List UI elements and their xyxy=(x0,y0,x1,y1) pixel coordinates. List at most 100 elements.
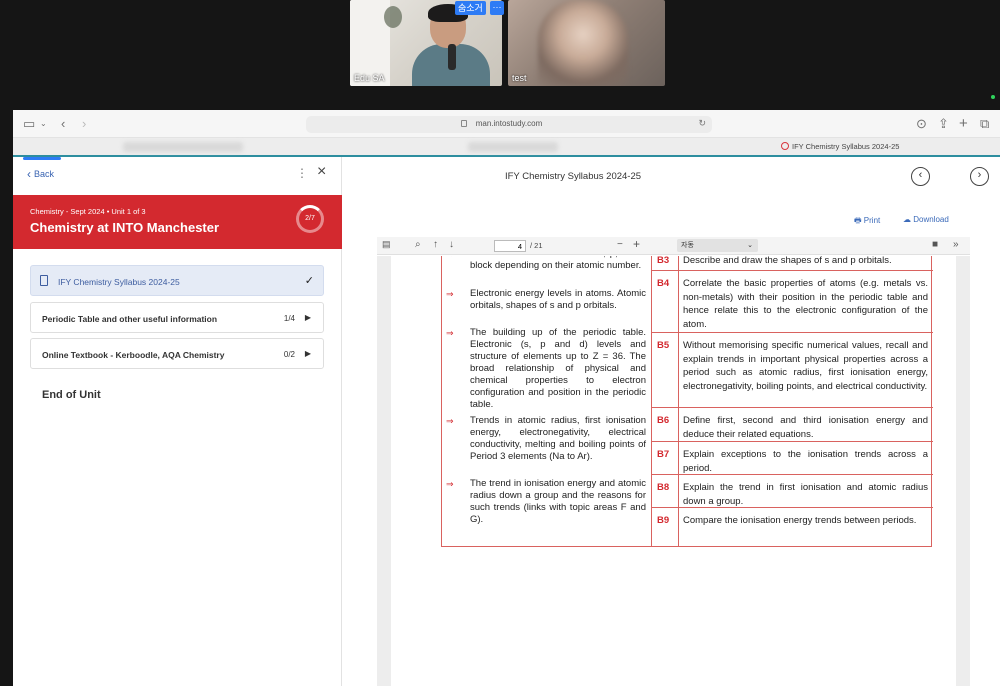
course-title: Chemistry at INTO Manchester xyxy=(30,220,220,235)
content-text: The building up of the periodic table. E… xyxy=(470,327,646,410)
outcome-row: B5 Without memorising specific numerical … xyxy=(652,332,933,407)
accent-bar xyxy=(23,157,61,160)
tab-blurred[interactable] xyxy=(123,142,243,152)
content-item: ⇒ The trend in ionisation energy and atom… xyxy=(446,478,646,526)
chevron-down-icon: ⌄ xyxy=(747,242,753,249)
caret-right-icon[interactable]: ▶ xyxy=(305,349,311,358)
download-icon[interactable]: ⊙ xyxy=(916,117,927,131)
syllabus-table: ⇒ Classification of elements as s, p, d o… xyxy=(441,256,933,547)
zoom-out-icon[interactable]: − xyxy=(617,239,623,250)
new-tab-icon[interactable]: + xyxy=(959,116,968,131)
content-text: Trends in atomic radius, first ionisatio… xyxy=(470,415,646,462)
content-text: Electronic energy levels in atoms. Atomi… xyxy=(470,288,646,311)
outcome-text: Compare the ionisation energy trends bet… xyxy=(683,515,917,526)
document-title: IFY Chemistry Syllabus 2024-25 xyxy=(504,171,642,182)
arrow-right-icon: ⇒ xyxy=(446,289,454,299)
outcome-row: B8 Explain the trend in first ionisation … xyxy=(652,474,933,507)
download-label: Download xyxy=(913,215,949,224)
document-icon xyxy=(40,275,48,286)
outcome-row: B9 Compare the ionisation energy trends b… xyxy=(652,507,933,547)
page-total: / 21 xyxy=(530,241,543,250)
outcome-code: B8 xyxy=(657,482,670,493)
print-button[interactable]: 🖶 Print xyxy=(854,215,880,229)
outcome-code: B9 xyxy=(657,515,670,526)
page-number-input[interactable]: 4 xyxy=(494,240,526,252)
cloud-download-icon: ☁ xyxy=(903,215,911,224)
arrow-right-icon: ⇒ xyxy=(446,328,454,338)
forward-arrow-icon[interactable]: › xyxy=(82,117,86,131)
video-tile-test[interactable]: test xyxy=(508,0,665,86)
mute-tag[interactable]: 숨소거 xyxy=(455,1,486,15)
arrow-right-icon: ⇒ xyxy=(446,256,454,260)
outcome-text: Explain exceptions to the ionisation tre… xyxy=(683,449,928,474)
blurred-participant-video xyxy=(538,0,628,86)
content-item: ⇒ Electronic energy levels in atoms. Atom… xyxy=(446,288,646,312)
print-label: Print xyxy=(863,216,881,225)
outcome-row: B7 Explain exceptions to the ionisation t… xyxy=(652,441,933,474)
outcome-code: B4 xyxy=(657,278,670,289)
content-item: ⇒ The building up of the periodic table. … xyxy=(446,327,646,411)
tab-active[interactable]: IFY Chemistry Syllabus 2024-25 xyxy=(781,140,899,154)
outcome-row: B6 Define first, second and third ionisat… xyxy=(652,407,933,441)
course-meta: Chemistry - Sept 2024 • Unit 1 of 3 xyxy=(30,207,146,216)
download-button[interactable]: ☁ Download xyxy=(903,215,949,224)
caret-right-icon[interactable]: ▶ xyxy=(305,313,311,322)
url-text: man.intostudy.com xyxy=(475,119,543,128)
more-options-icon[interactable]: ··· xyxy=(490,1,504,15)
outcome-row: B4 Correlate the basic properties of atom… xyxy=(652,270,933,332)
printer-icon: 🖶 xyxy=(854,216,862,225)
chevron-left-icon: ‹ xyxy=(27,167,31,181)
pdf-viewport[interactable]: ⇒ Classification of elements as s, p, d o… xyxy=(377,256,970,686)
arrow-right-icon: ⇒ xyxy=(446,479,454,489)
more-vertical-icon[interactable]: ⋮ xyxy=(296,166,308,180)
tab-strip: IFY Chemistry Syllabus 2024-25 xyxy=(13,138,1000,157)
sidebar-toggle-icon[interactable]: ▤ xyxy=(382,239,391,250)
zoom-in-icon[interactable]: + xyxy=(633,237,640,251)
close-icon[interactable]: × xyxy=(317,163,326,181)
unit-sidebar: ‹ Back ⋮ × Chemistry - Sept 2024 • Unit 1… xyxy=(13,157,342,686)
tab-favicon-icon xyxy=(781,142,789,150)
content-text: The trend in ionisation energy and atomi… xyxy=(470,478,646,525)
arrow-right-icon: ⇒ xyxy=(446,416,454,426)
outcome-text: Explain the trend in first ionisation an… xyxy=(683,482,928,507)
zoom-value: 자동 xyxy=(681,242,694,249)
reload-icon[interactable]: ↻ xyxy=(698,118,706,129)
previous-document-button[interactable]: ‹ xyxy=(911,167,930,186)
chevron-down-icon[interactable]: ⌄ xyxy=(40,117,47,131)
list-item-online-textbook[interactable]: Online Textbook - Kerboodle, AQA Chemist… xyxy=(30,338,324,369)
arrow-up-icon[interactable]: ↑ xyxy=(433,239,438,250)
list-item-syllabus[interactable]: IFY Chemistry Syllabus 2024-25 ✓ xyxy=(30,265,324,296)
course-header: Chemistry - Sept 2024 • Unit 1 of 3 Chem… xyxy=(13,195,342,249)
next-document-button[interactable]: › xyxy=(970,167,989,186)
item-count: 1/4 xyxy=(283,314,295,323)
participant-name: Edu SA xyxy=(354,73,385,83)
outcome-code: B5 xyxy=(657,340,670,351)
tab-blurred[interactable] xyxy=(468,142,558,152)
item-count: 0/2 xyxy=(283,350,295,359)
tabs-overview-icon[interactable]: ⧉ xyxy=(980,117,989,131)
share-icon[interactable]: ⇪ xyxy=(938,117,949,131)
back-link[interactable]: ‹ Back xyxy=(27,167,54,181)
search-icon[interactable]: ⌕ xyxy=(415,239,421,250)
outcome-text: Describe and draw the shapes of s and p … xyxy=(683,256,892,266)
outcome-code: B3 xyxy=(657,256,670,266)
arrow-down-icon[interactable]: ↓ xyxy=(449,239,454,250)
address-bar[interactable]: man.intostudy.com ↻ xyxy=(306,116,712,133)
presentation-icon[interactable]: ■ xyxy=(932,239,938,250)
outcome-code: B7 xyxy=(657,449,670,460)
microphone xyxy=(448,44,456,70)
screen: Edu SA 숨소거 ··· test ▭ ⌄ ‹ › man.intostud… xyxy=(0,0,1000,686)
outcome-text: Define first, second and third ionisatio… xyxy=(683,415,928,440)
participant-name: test xyxy=(512,73,527,83)
back-arrow-icon[interactable]: ‹ xyxy=(61,117,65,131)
outcome-text: Correlate the basic properties of atoms … xyxy=(683,278,928,330)
browser-window: ▭ ⌄ ‹ › man.intostudy.com ↻ ⊙ ⇪ + ⧉ IFY … xyxy=(13,110,1000,686)
more-tools-icon[interactable]: » xyxy=(953,239,959,250)
sidebar-toggle-icon[interactable]: ▭ xyxy=(23,117,35,131)
zoom-select[interactable]: 자동 ⌄ xyxy=(677,239,758,252)
participant-video xyxy=(412,4,490,86)
list-item-periodic-table[interactable]: Periodic Table and other useful informat… xyxy=(30,302,324,333)
content-item: ⇒ Trends in atomic radius, first ionisati… xyxy=(446,415,646,463)
content-item: ⇒ Classification of elements as s, p, d o… xyxy=(446,256,646,272)
list-item-label: Online Textbook - Kerboodle, AQA Chemist… xyxy=(42,350,225,360)
